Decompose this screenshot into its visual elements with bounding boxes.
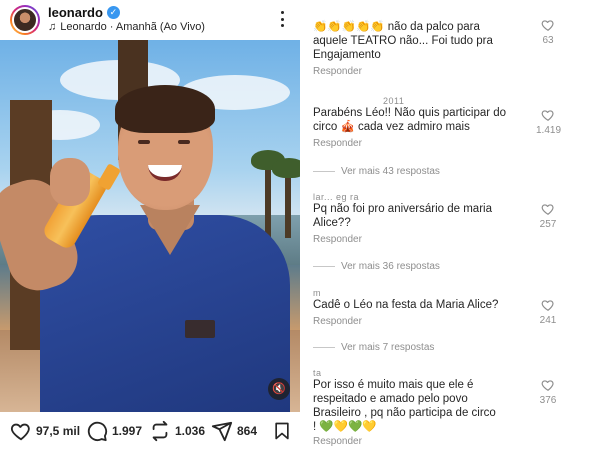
username-row: leonardo ✓ — [48, 5, 120, 20]
comment-like-count: 376 — [539, 395, 557, 406]
comment-like-count: 63 — [542, 35, 554, 46]
dot-icon — [280, 11, 284, 14]
comment-like-count: 1.419 — [536, 125, 562, 136]
heart-icon[interactable] — [541, 298, 555, 312]
reply-button[interactable]: Responder — [313, 436, 598, 447]
reply-button[interactable]: Responder — [313, 66, 598, 77]
shirt-pocket — [185, 320, 215, 338]
hair — [115, 85, 215, 133]
post-actions: 97,5 mil 1.997 1.036 864 — [0, 412, 300, 450]
music-note-icon: ♫ — [48, 21, 57, 33]
comment-like-count: 241 — [539, 315, 557, 326]
heart-icon — [10, 423, 30, 441]
heart-icon[interactable] — [541, 108, 555, 122]
view-more-replies-button[interactable]: Ver mais 36 respostas — [313, 261, 440, 272]
comment-text: 👏👏👏👏👏 não da palco para aquele TEATRO nã… — [313, 21, 493, 61]
comment-username[interactable]: 2011 — [313, 96, 598, 106]
username[interactable]: leonardo — [48, 5, 103, 20]
palm-trunk — [285, 168, 291, 238]
view-more-replies-label: Ver mais 7 respostas — [341, 342, 435, 353]
avatar[interactable] — [10, 5, 40, 35]
comment-button[interactable]: 1.997 — [86, 420, 142, 442]
comment-text: Parabéns Léo!! Não quis participar do ci… — [313, 107, 507, 133]
reply-button[interactable]: Responder — [313, 138, 598, 149]
save-button[interactable] — [272, 420, 292, 447]
comment-username[interactable]: m — [313, 288, 598, 298]
eye — [138, 140, 150, 144]
avatar-image — [12, 7, 38, 33]
repost-icon — [152, 420, 168, 442]
hand — [50, 158, 90, 206]
like-button[interactable]: 97,5 mil — [10, 420, 80, 442]
comment-text: Pq não foi pro aniversário de maria Alic… — [313, 203, 492, 229]
comment-like: 1.419 — [536, 108, 562, 136]
heart-icon[interactable] — [541, 378, 555, 392]
comment-icon — [87, 421, 108, 442]
music-row[interactable]: ♫ Leonardo · Amanhã (Ao Vivo) — [48, 21, 205, 33]
comment-item: ta Por isso é muito mais que ele é respe… — [313, 368, 598, 447]
speaker-muted-icon[interactable]: 🔇 — [268, 378, 290, 400]
heart-icon[interactable] — [541, 18, 555, 32]
shares-count: 864 — [237, 424, 258, 438]
comment-like: 376 — [536, 378, 560, 406]
comment-username[interactable]: ta — [313, 368, 598, 378]
palm-trunk — [265, 160, 271, 240]
comment-like: 241 — [536, 298, 560, 326]
view-more-replies-button[interactable]: Ver mais 43 respostas — [313, 166, 440, 177]
comment-like-count: 257 — [539, 219, 557, 230]
comment-item: m Cadê o Léo na festa da Maria Alice? Re… — [313, 288, 598, 327]
comment-item: 👏👏👏👏👏 não da palco para aquele TEATRO nã… — [313, 10, 598, 77]
reply-button[interactable]: Responder — [313, 234, 598, 245]
comment-like: 63 — [536, 18, 560, 46]
comment-item: lar... eg ra Pq não foi pro aniversário … — [313, 192, 598, 245]
post-panel: leonardo ✓ ♫ Leonardo · Amanhã (Ao Vivo) — [0, 0, 300, 450]
comment-username[interactable]: lar... eg ra — [313, 192, 598, 202]
comment-text: Cadê o Léo na festa da Maria Alice? — [313, 299, 499, 311]
likes-count: 97,5 mil — [36, 424, 81, 438]
view-more-replies-label: Ver mais 36 respostas — [341, 261, 440, 272]
music-label: Leonardo · Amanhã (Ao Vivo) — [60, 21, 205, 33]
more-options-button[interactable] — [276, 8, 288, 30]
share-icon — [211, 421, 233, 442]
divider-line — [313, 266, 335, 267]
palm-leaves — [272, 158, 300, 178]
reposts-count: 1.036 — [175, 424, 206, 438]
verified-badge-icon: ✓ — [106, 6, 120, 19]
comment-like: 257 — [536, 202, 560, 230]
divider-line — [313, 171, 335, 172]
comment-text: Por isso é muito mais que ele é respeita… — [313, 379, 496, 433]
post-header: leonardo ✓ ♫ Leonardo · Amanhã (Ao Vivo) — [0, 0, 300, 40]
dot-icon — [280, 24, 284, 27]
dot-icon — [280, 17, 284, 21]
comments-panel: 👏👏👏👏👏 não da palco para aquele TEATRO nã… — [300, 0, 600, 450]
comment-item: 2011 Parabéns Léo!! Não quis participar … — [313, 96, 598, 149]
share-button[interactable]: 864 — [211, 420, 257, 442]
post-photo[interactable]: 🔇 — [0, 40, 300, 412]
view-more-replies-button[interactable]: Ver mais 7 respostas — [313, 342, 434, 353]
eye — [178, 140, 190, 144]
view-more-replies-label: Ver mais 43 respostas — [341, 166, 440, 177]
heart-icon[interactable] — [541, 202, 555, 216]
repost-button[interactable]: 1.036 — [149, 420, 205, 442]
comments-count: 1.997 — [112, 424, 143, 438]
divider-line — [313, 347, 335, 348]
bookmark-icon — [275, 422, 289, 440]
